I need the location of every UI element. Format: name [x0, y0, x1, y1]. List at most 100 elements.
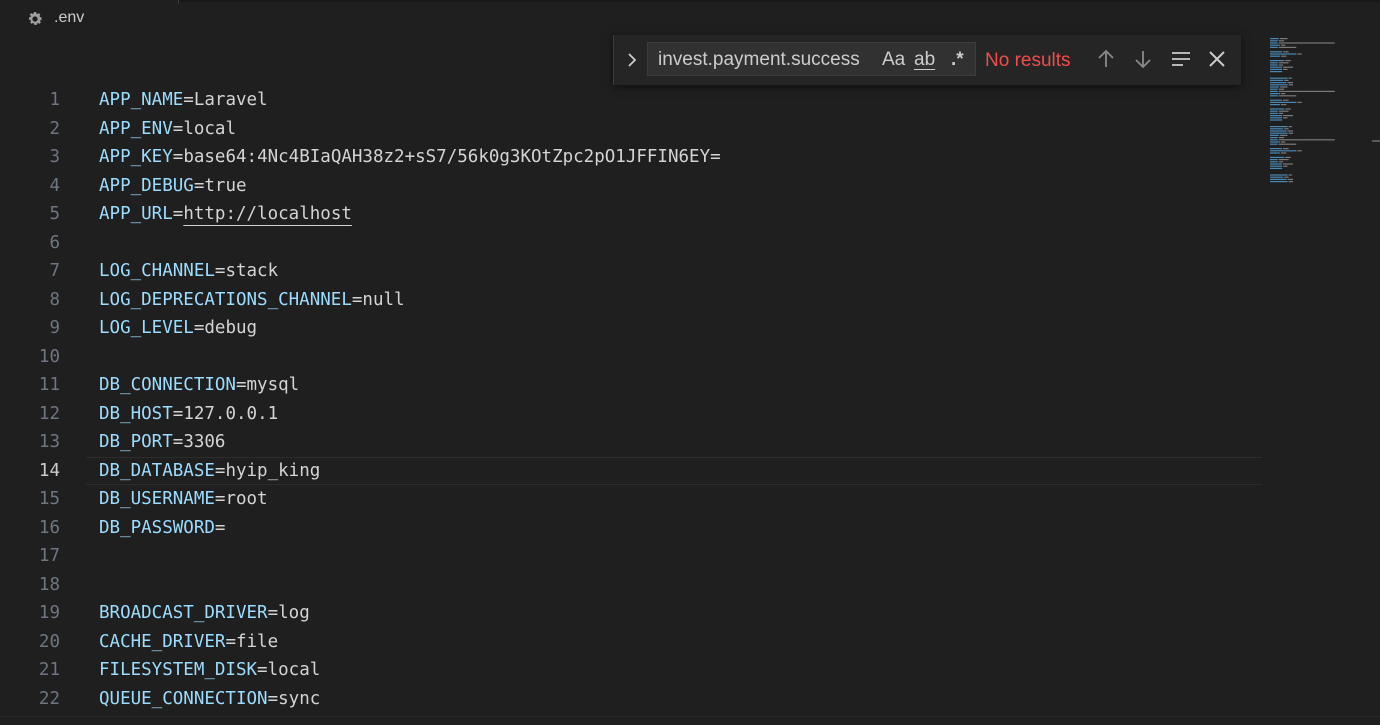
minimap-value-mark: [1278, 159, 1289, 161]
minimap-key-mark: [1270, 79, 1284, 81]
match-case-button[interactable]: Aa: [882, 49, 905, 71]
minimap-value-mark: [1278, 90, 1335, 92]
code-line[interactable]: 8 LOG_DEPRECATIONS_CHANNEL=null: [0, 286, 1262, 315]
find-widget: Aa ab .* No results: [613, 35, 1241, 85]
minimap-value-mark: [1278, 42, 1335, 44]
minimap-value-mark: [1280, 55, 1287, 57]
env-equals: =: [172, 204, 184, 224]
line-number: 4: [49, 175, 60, 196]
code-text: LOG_LEVEL=debug: [99, 314, 257, 343]
minimap-key-mark: [1270, 134, 1279, 136]
code-line[interactable]: 6: [0, 229, 1262, 258]
env-key: CACHE_DRIVER: [99, 631, 226, 652]
minimap-value-mark: [1288, 84, 1293, 86]
code-line[interactable]: 18: [0, 571, 1262, 600]
code-line[interactable]: 9 LOG_LEVEL=debug: [0, 314, 1262, 343]
tab-env-file[interactable]: .env: [0, 0, 178, 36]
minimap-key-mark: [1270, 176, 1284, 178]
minimap-value-mark: [1280, 93, 1286, 95]
find-input-box: Aa ab .*: [647, 42, 976, 76]
minimap-value-mark: [1279, 38, 1288, 40]
env-equals: =: [183, 90, 194, 110]
minimap-key-mark: [1270, 167, 1283, 169]
minimap-key-mark: [1270, 132, 1288, 134]
code-text: FILESYSTEM_DISK=local: [99, 656, 320, 685]
env-value: true: [204, 175, 247, 196]
line-number: 21: [38, 660, 60, 680]
minimap-value-mark: [1288, 77, 1292, 79]
code-line[interactable]: 13 DB_PORT=3306: [0, 428, 1262, 457]
env-equals: =: [257, 660, 268, 680]
code-text: BROADCAST_DRIVER=log: [99, 599, 310, 628]
code-text: QUEUE_CONNECTION=sync: [99, 685, 320, 714]
env-value-link[interactable]: http://localhost: [183, 204, 352, 224]
minimap-value-mark: [1278, 40, 1285, 42]
minimap-value-mark: [1287, 130, 1293, 132]
code-text: LOG_CHANNEL=stack: [99, 257, 278, 286]
minimap-value-mark: [1280, 44, 1286, 46]
env-equals: =: [214, 460, 226, 481]
find-status: No results: [985, 50, 1071, 71]
minimap-key-mark: [1270, 110, 1278, 112]
minimap-value-mark: [1285, 108, 1291, 110]
code-line[interactable]: 7 LOG_CHANNEL=stack: [0, 257, 1262, 286]
match-whole-word-button[interactable]: ab: [914, 49, 935, 71]
use-regex-button[interactable]: .*: [951, 49, 964, 71]
code-line[interactable]: 16 DB_PASSWORD=: [0, 514, 1262, 543]
minimap-value-mark: [1284, 176, 1289, 178]
line-number: 14: [38, 460, 60, 481]
minimap-value-mark: [1283, 163, 1293, 165]
find-in-selection-button[interactable]: [1170, 48, 1192, 70]
line-number: 12: [38, 403, 60, 424]
scrollbar-position-marker: [1372, 140, 1380, 142]
code-text: DB_CONNECTION=mysql: [99, 371, 299, 400]
code-line[interactable]: 2 APP_ENV=local: [0, 115, 1262, 144]
env-equals: =: [172, 403, 184, 424]
env-value: null: [362, 289, 405, 310]
code-line[interactable]: 10: [0, 343, 1262, 372]
code-text: APP_KEY=base64:4Nc4BIaQAH38z2+sS7/56k0g3…: [99, 143, 721, 172]
minimap-value-mark: [1279, 86, 1288, 88]
minimap-key-mark: [1270, 163, 1283, 165]
vertical-scrollbar[interactable]: [1366, 36, 1380, 716]
code-line[interactable]: 1 APP_NAME=Laravel: [0, 86, 1262, 115]
code-line[interactable]: 11 DB_CONNECTION=mysql: [0, 371, 1262, 400]
minimap-value-mark: [1278, 46, 1297, 48]
code-text: APP_NAME=Laravel: [99, 86, 268, 115]
minimap-key-mark: [1270, 143, 1278, 145]
code-line[interactable]: 4 APP_DEBUG=true: [0, 172, 1262, 201]
env-value: stack: [225, 261, 279, 281]
code-line[interactable]: 12 DB_HOST=127.0.0.1: [0, 400, 1262, 429]
code-line[interactable]: 14 DB_DATABASE=hyip_king: [0, 456, 1262, 486]
env-value: sync: [278, 688, 321, 709]
env-equals: =: [214, 489, 226, 509]
env-key: APP_NAME: [99, 90, 184, 110]
minimap-value-mark: [1284, 79, 1289, 81]
minimap[interactable]: [1268, 36, 1358, 186]
next-match-button[interactable]: [1132, 48, 1154, 70]
env-equals: =: [172, 432, 184, 452]
line-number: 2: [49, 118, 60, 139]
close-find-button[interactable]: [1206, 48, 1228, 70]
previous-match-button[interactable]: [1095, 48, 1117, 70]
code-text: APP_URL=http://localhost: [99, 200, 352, 229]
toggle-replace-button[interactable]: [622, 49, 642, 71]
code-editor[interactable]: 1 APP_NAME=Laravel 2 APP_ENV=local 3 APP_KEY=…: [0, 86, 1262, 725]
code-line[interactable]: 3 APP_KEY=base64:4Nc4BIaQAH38z2+sS7/56k0g…: [0, 143, 1262, 172]
code-line[interactable]: 17: [0, 542, 1262, 571]
code-line[interactable]: 15 DB_USERNAME=root: [0, 485, 1262, 514]
minimap-key-mark: [1270, 40, 1278, 42]
code-line[interactable]: 21 FILESYSTEM_DISK=local: [0, 656, 1262, 685]
code-text: DB_DATABASE=hyip_king: [99, 457, 320, 486]
minimap-value-mark: [1278, 161, 1284, 163]
code-line[interactable]: 22 QUEUE_CONNECTION=sync: [0, 685, 1262, 714]
env-value: log: [278, 603, 310, 623]
env-equals: =: [267, 688, 279, 709]
env-equals: =: [351, 289, 363, 310]
code-line[interactable]: 5 APP_URL=http://localhost: [0, 200, 1262, 229]
code-line[interactable]: 19 BROADCAST_DRIVER=log: [0, 599, 1262, 628]
find-input[interactable]: [656, 47, 880, 73]
code-line[interactable]: 20 CACHE_DRIVER=file: [0, 628, 1262, 657]
minimap-value-mark: [1297, 101, 1302, 103]
minimap-value-mark: [1287, 82, 1293, 84]
